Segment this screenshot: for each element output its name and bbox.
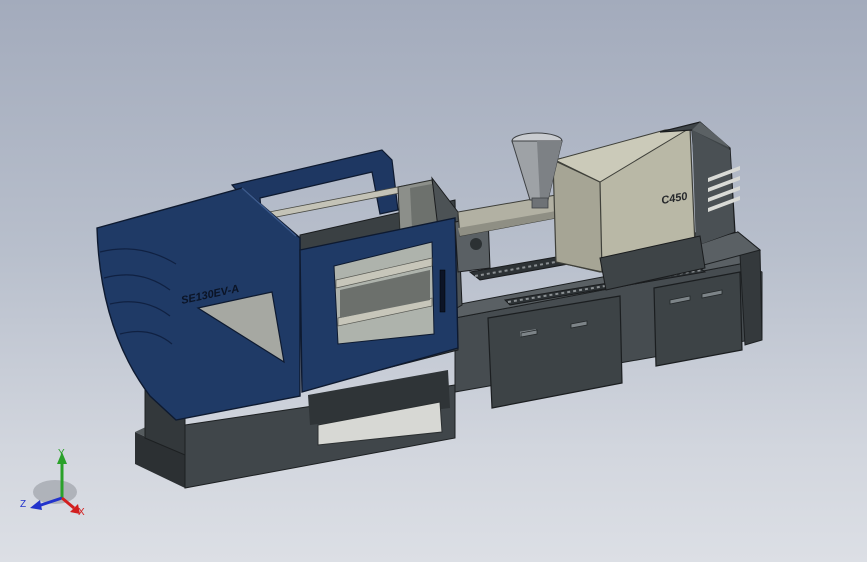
coordinate-triad[interactable]: Y Z X xyxy=(20,448,85,518)
x-axis-label: X xyxy=(78,507,85,518)
y-axis-label: Y xyxy=(58,448,65,459)
graphics-viewport[interactable]: SE130EV-A C450 Y Z X xyxy=(0,0,867,562)
base-cabinet-right[interactable] xyxy=(653,271,743,367)
z-axis-label: Z xyxy=(20,499,26,510)
injection-unit[interactable]: C450 xyxy=(454,121,740,291)
injection-molding-machine-model[interactable]: SE130EV-A C450 Y Z X xyxy=(0,0,867,562)
